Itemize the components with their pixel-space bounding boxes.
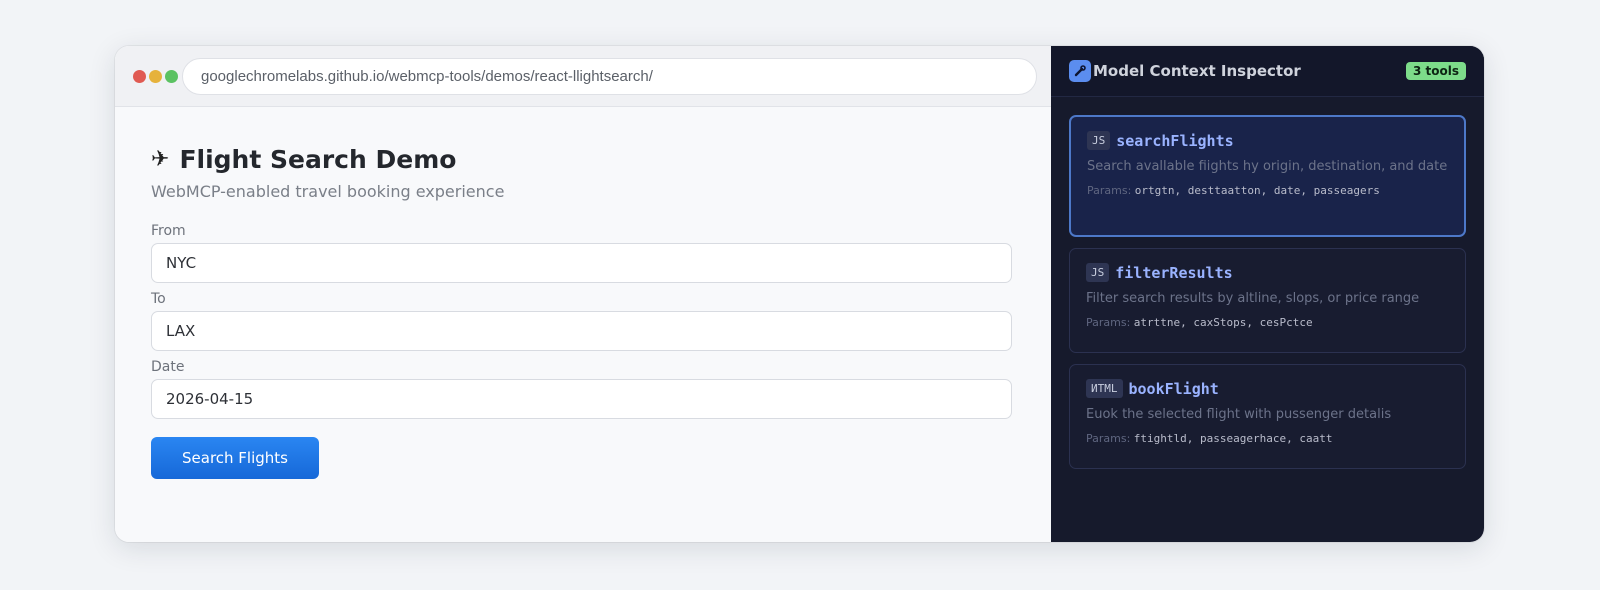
airplane-icon: ✈: [151, 146, 170, 172]
tool-type-badge: JS: [1086, 263, 1110, 282]
tool-card-header: ИTML bookFlight: [1086, 379, 1449, 398]
tool-card-bookflight[interactable]: ИTML bookFlight Euok the selected flight…: [1069, 364, 1466, 469]
params-label: Params:: [1086, 432, 1131, 445]
title-row: ✈ Flight Search Demo: [151, 145, 1015, 174]
page-title: Flight Search Demo: [179, 145, 457, 174]
tool-name: searchFlights: [1116, 131, 1234, 150]
params-value: atrttne, caxStops, cesPctce: [1133, 316, 1313, 329]
inspector-header: Model Context Inspector 3 tools: [1051, 46, 1484, 97]
page-subtitle: WebMCP-enabled travel booking experience: [151, 182, 505, 201]
close-window-dot[interactable]: [133, 69, 146, 83]
tool-description: Filter search results by altline, slops,…: [1086, 291, 1420, 306]
to-input[interactable]: LAX: [151, 311, 1012, 351]
params-value: ortgtn, desttaatton, date, passeagers: [1134, 184, 1380, 197]
address-bar[interactable]: googlechromelabs.github.io/webmcp-tools/…: [182, 57, 1037, 95]
page-content: ✈ Flight Search Demo WebMCP-enabled trav…: [115, 107, 1051, 479]
tool-card-filterresults[interactable]: JS filterResults Filter search results b…: [1069, 248, 1466, 353]
tool-card-searchflights[interactable]: JS searchFlights Search avallable fiight…: [1069, 115, 1466, 237]
tool-name: filterResults: [1115, 263, 1233, 282]
app-window: googlechromelabs.github.io/webmcp-tools/…: [115, 46, 1484, 542]
date-input[interactable]: 2026-04-15: [151, 379, 1012, 419]
date-input-value: 2026-04-15: [166, 390, 254, 408]
tool-name: bookFlight: [1128, 379, 1219, 398]
to-label: To: [151, 291, 166, 307]
minimize-window-dot[interactable]: [149, 69, 162, 83]
tool-params: Params: atrttne, caxStops, cesPctce: [1086, 316, 1449, 329]
params-value: ftightld, passeagerhace, caatt: [1133, 432, 1333, 445]
from-input[interactable]: NYC: [151, 243, 1012, 283]
search-flights-button[interactable]: Search Flights: [151, 437, 319, 479]
inspector-title: Model Context Inspector: [1093, 62, 1301, 80]
tool-params: Params: ftightld, passeagerhace, caatt: [1086, 432, 1449, 445]
tool-description: Euok the selected flight with pussenger …: [1086, 407, 1392, 422]
tool-card-header: JS searchFlights: [1087, 131, 1448, 150]
from-label: From: [151, 223, 186, 239]
tool-params: Params: ortgtn, desttaatton, date, passe…: [1087, 184, 1448, 197]
tool-card-header: JS filterResults: [1086, 263, 1449, 282]
maximize-window-dot[interactable]: [165, 69, 178, 83]
address-bar-url: googlechromelabs.github.io/webmcp-tools/…: [201, 67, 653, 85]
params-label: Params:: [1086, 316, 1131, 329]
wrench-icon: [1069, 60, 1091, 82]
window-controls: [133, 69, 178, 83]
tool-description: Search avallable fiights hy origin, dest…: [1087, 159, 1448, 174]
tool-type-badge: ИTML: [1086, 379, 1123, 398]
params-label: Params:: [1087, 184, 1132, 197]
tool-list: JS searchFlights Search avallable fiight…: [1051, 97, 1484, 480]
browser-pane: googlechromelabs.github.io/webmcp-tools/…: [115, 46, 1051, 542]
tool-type-badge: JS: [1087, 131, 1111, 150]
browser-toolbar: googlechromelabs.github.io/webmcp-tools/…: [115, 46, 1051, 107]
date-label: Date: [151, 359, 185, 375]
tools-count-badge: 3 tools: [1405, 62, 1466, 80]
from-input-value: NYC: [166, 254, 197, 272]
to-input-value: LAX: [166, 322, 196, 340]
inspector-panel: Model Context Inspector 3 tools JS searc…: [1051, 46, 1484, 542]
